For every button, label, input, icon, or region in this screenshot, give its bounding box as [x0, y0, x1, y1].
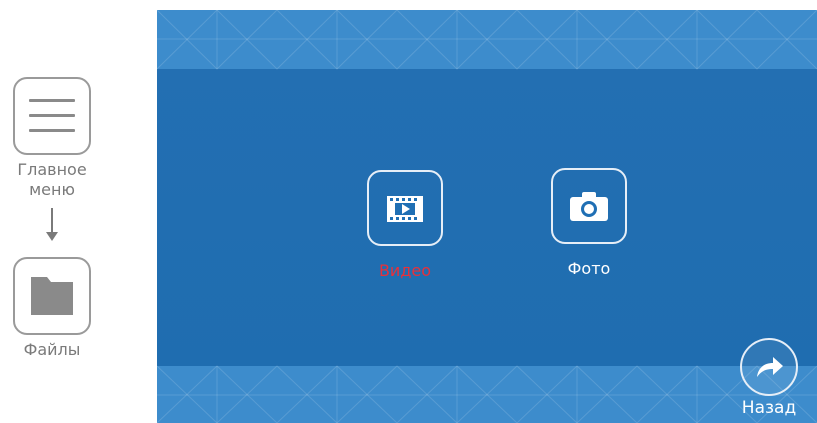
video-film-icon — [387, 196, 423, 222]
photo-label: Фото — [567, 259, 611, 278]
main-menu-icon — [13, 77, 91, 155]
menu-line — [29, 99, 75, 102]
camera-icon — [570, 192, 608, 221]
folder-icon-graphic — [31, 277, 73, 315]
files-label: Файлы — [23, 340, 81, 359]
folder-icon — [13, 257, 91, 335]
device-screen: Видео Фото Назад — [157, 10, 817, 423]
video-button[interactable] — [367, 170, 443, 246]
background-pattern — [157, 10, 817, 423]
video-label: Видео — [378, 261, 432, 280]
menu-line — [29, 114, 75, 117]
flow-arrow-line — [51, 208, 53, 234]
back-label: Назад — [741, 398, 797, 418]
main-menu-label: Главное меню — [17, 160, 87, 199]
menu-line — [29, 129, 75, 132]
arrow-down-icon — [46, 232, 58, 241]
back-button[interactable] — [740, 338, 798, 396]
photo-button[interactable] — [551, 168, 627, 244]
share-arrow-icon — [757, 357, 783, 377]
